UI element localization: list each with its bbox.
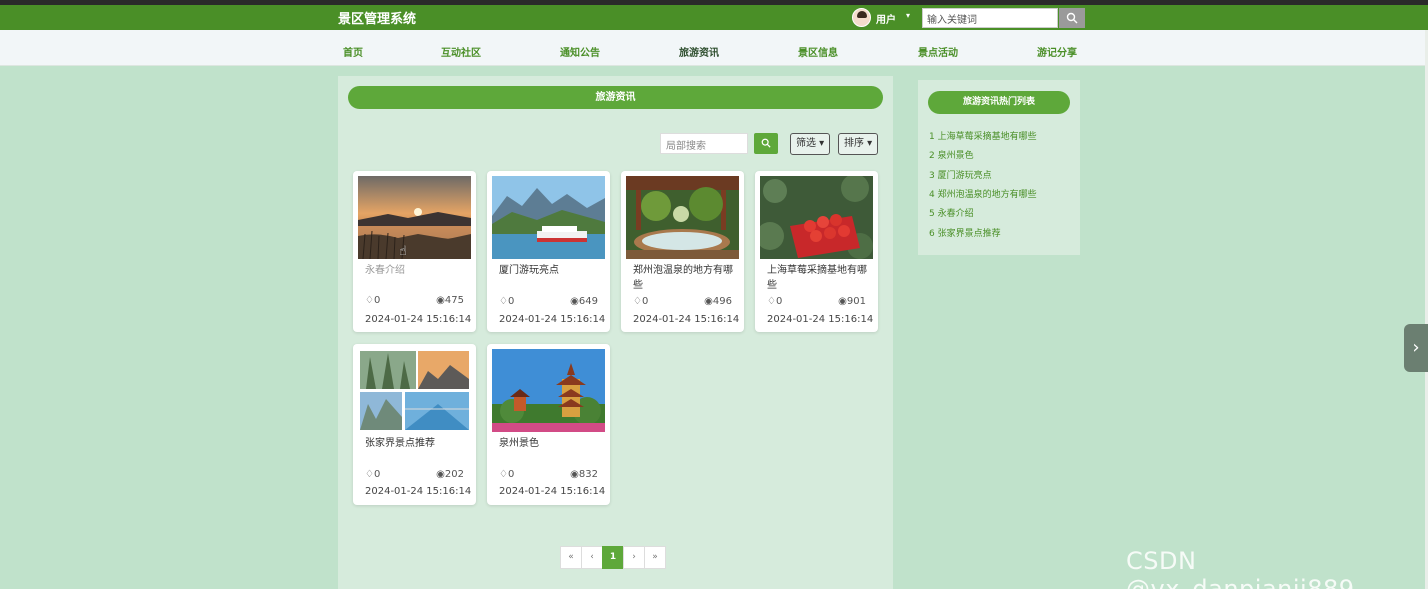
main-nav: 首页 互动社区 通知公告 旅游资讯 景区信息 景点活动 游记分享 (0, 30, 1428, 66)
news-card[interactable]: 郑州泡温泉的地方有哪些 ♢0 ◉496 2024-01-24 15:16:14 (621, 171, 744, 332)
search-input[interactable]: 输入关键词 (922, 8, 1058, 28)
eye-icon: ◉ (436, 469, 445, 480)
news-date: 2024-01-24 15:16:14 (499, 486, 606, 497)
thumb-up-icon: ♢ (633, 296, 642, 307)
news-thumbnail[interactable] (492, 349, 605, 432)
news-thumbnail[interactable] (760, 176, 873, 259)
nav-item-community[interactable]: 互动社区 (441, 44, 481, 59)
nav-item-notices[interactable]: 通知公告 (560, 44, 600, 59)
news-title[interactable]: 永春介绍 (365, 263, 469, 278)
news-thumbnail[interactable] (358, 176, 471, 259)
last-page-button[interactable]: » (644, 546, 666, 569)
view-count: ◉475 (436, 295, 464, 306)
news-card[interactable]: 张家界景点推荐 ♢0 ◉202 2024-01-24 15:16:14 (353, 344, 476, 505)
news-date: 2024-01-24 15:16:14 (365, 314, 472, 325)
next-page-button[interactable]: › (623, 546, 645, 569)
hot-list-title: 旅游资讯热门列表 (928, 91, 1070, 114)
like-count[interactable]: ♢0 (499, 296, 514, 307)
eye-icon: ◉ (570, 469, 579, 480)
hot-list-item[interactable]: 6 张家界景点推荐 (929, 226, 1001, 239)
news-thumbnail[interactable] (492, 176, 605, 259)
news-date: 2024-01-24 15:16:14 (499, 314, 606, 325)
filter-button[interactable]: 筛选 ▾ (790, 133, 831, 155)
watermark: CSDN @vx_danpianji889 (1126, 547, 1355, 589)
username-label[interactable]: 用户 (876, 11, 896, 26)
mouse-cursor-icon: ☝ (399, 244, 407, 259)
news-card[interactable]: 永春介绍 ♢0 ◉475 2024-01-24 15:16:14 (353, 171, 476, 332)
news-date: 2024-01-24 15:16:14 (365, 486, 472, 497)
eye-icon: ◉ (838, 296, 847, 307)
like-count[interactable]: ♢0 (767, 296, 782, 307)
news-title[interactable]: 张家界景点推荐 (365, 436, 469, 451)
search-icon (761, 138, 771, 148)
nav-item-travel-news[interactable]: 旅游资讯 (679, 44, 719, 59)
news-title[interactable]: 厦门游玩亮点 (499, 263, 603, 278)
like-count[interactable]: ♢0 (499, 469, 514, 480)
news-title[interactable]: 上海草莓采摘基地有哪些 (767, 263, 871, 293)
view-count: ◉832 (570, 469, 598, 480)
app-title: 景区管理系统 (338, 12, 417, 27)
pagination: « ‹ 1 › » (560, 546, 666, 569)
local-search-input[interactable]: 局部搜索 (660, 133, 748, 154)
chevron-down-icon[interactable]: ▾ (906, 11, 910, 20)
view-count: ◉202 (436, 469, 464, 480)
hot-list-item[interactable]: 1 上海草莓采摘基地有哪些 (929, 129, 1037, 142)
eye-icon: ◉ (436, 295, 445, 306)
view-count: ◉901 (838, 296, 866, 307)
nav-item-activities[interactable]: 景点活动 (918, 44, 958, 59)
nav-item-travelogues[interactable]: 游记分享 (1037, 44, 1077, 59)
nav-item-scenic-info[interactable]: 景区信息 (798, 44, 838, 59)
news-card[interactable]: 上海草莓采摘基地有哪些 ♢0 ◉901 2024-01-24 15:16:14 (755, 171, 878, 332)
news-thumbnail[interactable] (358, 349, 471, 432)
thumb-up-icon: ♢ (365, 469, 374, 480)
hot-list-item[interactable]: 5 永春介绍 (929, 206, 974, 219)
thumb-up-icon: ♢ (499, 469, 508, 480)
search-button[interactable] (1059, 8, 1085, 28)
local-search-button[interactable] (754, 133, 778, 154)
like-count[interactable]: ♢0 (365, 295, 380, 306)
thumb-up-icon: ♢ (499, 296, 508, 307)
view-count: ◉496 (704, 296, 732, 307)
hot-list-item[interactable]: 4 郑州泡温泉的地方有哪些 (929, 187, 1037, 200)
news-thumbnail[interactable] (626, 176, 739, 259)
news-card[interactable]: 泉州景色 ♢0 ◉832 2024-01-24 15:16:14 (487, 344, 610, 505)
news-date: 2024-01-24 15:16:14 (633, 314, 740, 325)
eye-icon: ◉ (570, 296, 579, 307)
chevron-right-icon[interactable]: › (1404, 324, 1428, 372)
like-count[interactable]: ♢0 (633, 296, 648, 307)
news-card[interactable]: 厦门游玩亮点 ♢0 ◉649 2024-01-24 15:16:14 (487, 171, 610, 332)
header-bar: 景区管理系统 用户 ▾ 输入关键词 (0, 5, 1428, 30)
search-icon (1066, 12, 1078, 24)
nav-item-home[interactable]: 首页 (343, 44, 363, 59)
like-count[interactable]: ♢0 (365, 469, 380, 480)
page-button-current[interactable]: 1 (602, 546, 624, 569)
sort-button[interactable]: 排序 ▾ (838, 133, 879, 155)
news-title[interactable]: 郑州泡温泉的地方有哪些 (633, 263, 737, 293)
section-title: 旅游资讯 (348, 86, 883, 109)
hot-list-item[interactable]: 3 厦门游玩亮点 (929, 168, 992, 181)
eye-icon: ◉ (704, 296, 713, 307)
news-date: 2024-01-24 15:16:14 (767, 314, 874, 325)
thumb-up-icon: ♢ (767, 296, 776, 307)
hot-list-item[interactable]: 2 泉州景色 (929, 148, 974, 161)
first-page-button[interactable]: « (560, 546, 582, 569)
thumb-up-icon: ♢ (365, 295, 374, 306)
view-count: ◉649 (570, 296, 598, 307)
avatar[interactable] (852, 8, 871, 27)
news-title[interactable]: 泉州景色 (499, 436, 603, 451)
prev-page-button[interactable]: ‹ (581, 546, 603, 569)
